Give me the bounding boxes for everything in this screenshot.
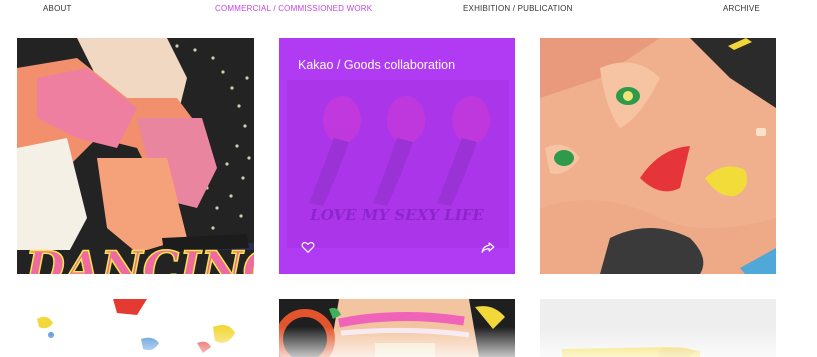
gallery-item-yellow-artwork[interactable]	[540, 299, 776, 357]
svg-text:LOVE MY SEXY LIFE: LOVE MY SEXY LIFE	[309, 206, 484, 224]
artwork-pink-bracelets	[279, 299, 515, 357]
gallery-item-title: Kakao / Goods collaboration	[298, 58, 456, 72]
artwork-dancing-text: DANCING	[22, 240, 254, 274]
gallery-item-kakao-goods-collaboration[interactable]: LOVE MY SEXY LIFE Kakao / Goods collabor…	[279, 38, 515, 274]
gallery-item-confetti-shapes[interactable]	[17, 299, 254, 357]
artwork-face-closeup	[540, 38, 776, 274]
artwork-love-my-sexy-life: LOVE MY SEXY LIFE	[279, 38, 515, 274]
nav-link-exhibition-publication[interactable]: EXHIBITION / PUBLICATION	[463, 4, 573, 13]
nav-link-about[interactable]: ABOUT	[43, 4, 72, 13]
gallery-item-pink-bracelets[interactable]	[279, 299, 515, 357]
artwork-yellow-shapes	[540, 299, 776, 357]
top-navigation: ABOUT COMMERCIAL / COMMISSIONED WORK EXH…	[0, 0, 817, 20]
gallery-item-dancing[interactable]: DANCING	[17, 38, 254, 274]
share-icon[interactable]	[481, 240, 495, 254]
nav-link-archive[interactable]: ARCHIVE	[723, 4, 760, 13]
nav-link-commercial-commissioned-work[interactable]: COMMERCIAL / COMMISSIONED WORK	[215, 4, 372, 13]
heart-icon[interactable]	[301, 240, 315, 254]
gallery-item-face-closeup[interactable]	[540, 38, 776, 274]
svg-text:DANCING: DANCING	[23, 241, 254, 274]
artwork-confetti-shapes	[17, 299, 254, 357]
